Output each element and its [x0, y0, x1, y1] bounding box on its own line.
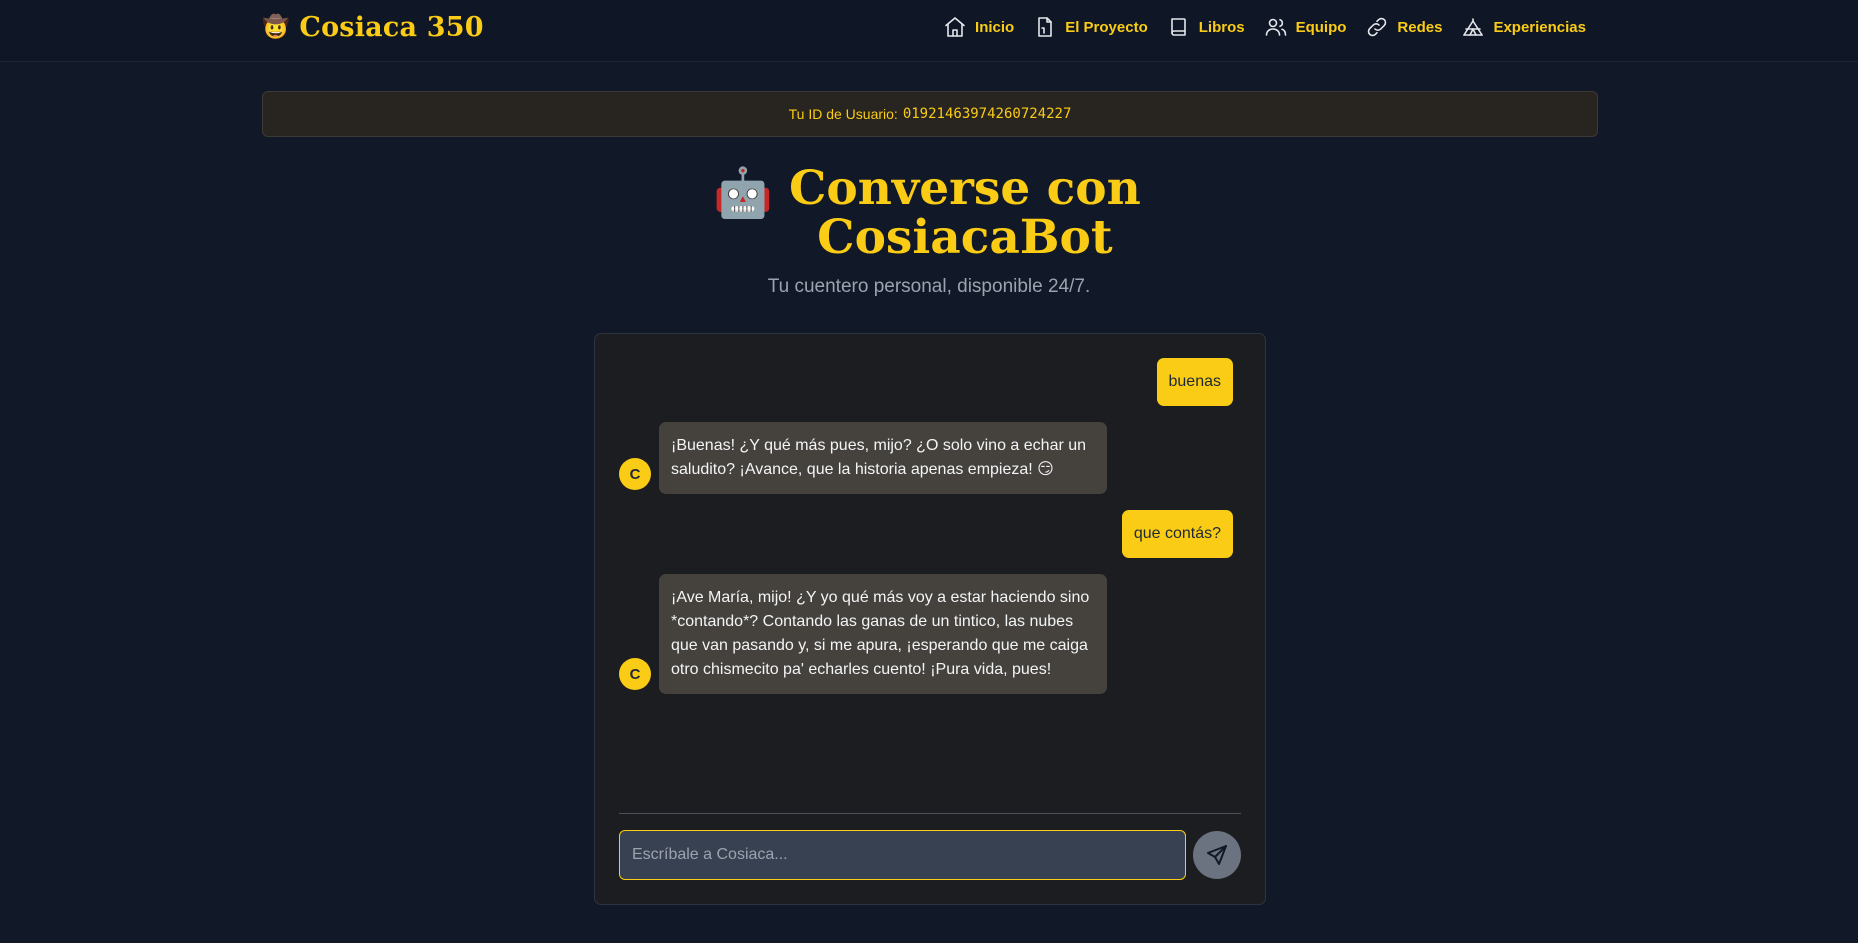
bot-avatar: C: [619, 658, 651, 690]
user-message: que contás?: [1121, 510, 1233, 558]
nav-link-label: Equipo: [1295, 18, 1347, 36]
nav-link-redes[interactable]: Redes: [1365, 15, 1442, 39]
page-title: Converse con CosiacaBot: [788, 161, 1141, 265]
chat-divider: [619, 813, 1241, 814]
nav-link-equipo[interactable]: Equipo: [1264, 15, 1347, 39]
home-icon: [945, 17, 965, 37]
nav-link-label: Libros: [1198, 18, 1245, 36]
cowboy-emoji-icon: 🤠: [262, 14, 290, 39]
brand-name: Cosiaca 350: [299, 11, 484, 43]
nav-link-label: El Proyecto: [1065, 18, 1148, 36]
bot-message: C ¡Ave María, mijo! ¿Y yo qué más voy a …: [619, 574, 1107, 694]
bot-message: C ¡Buenas! ¿Y qué más pues, mijo? ¿O sol…: [619, 422, 1107, 494]
page-subtitle: Tu cuentero personal, disponible 24/7.: [767, 276, 1091, 297]
user-id-label: Tu ID de Usuario:: [788, 106, 898, 122]
book-icon: [1170, 18, 1186, 36]
nav-link-libros[interactable]: Libros: [1167, 15, 1245, 39]
send-button[interactable]: [1193, 831, 1241, 879]
nav-link-label: Inicio: [975, 18, 1015, 36]
tent-icon: [1463, 18, 1484, 36]
page-title-group: 🤖 Converse con CosiacaBot: [713, 164, 1145, 262]
nav-link-inicio[interactable]: Inicio: [943, 15, 1014, 39]
bot-message-bubble: ¡Buenas! ¿Y qué más pues, mijo? ¿O solo …: [659, 422, 1107, 494]
document-icon: [1038, 17, 1053, 37]
nav-link-el-proyecto[interactable]: El Proyecto: [1033, 15, 1148, 39]
page-header: 🤖 Converse con CosiacaBot: [0, 164, 1858, 262]
link-icon: [1368, 17, 1387, 37]
chat-panel: buenas C ¡Buenas! ¿Y qué más pues, mijo?…: [594, 333, 1266, 905]
nav-link-label: Experiencias: [1493, 18, 1586, 36]
send-icon: [1207, 845, 1227, 865]
robot-emoji-icon: 🤖: [713, 167, 773, 220]
users-icon: [1265, 18, 1286, 36]
brand-link[interactable]: 🤠 Cosiaca 350: [262, 10, 484, 44]
bot-message-bubble: ¡Ave María, mijo! ¿Y yo qué más voy a es…: [659, 574, 1107, 694]
user-message: buenas: [1156, 358, 1233, 406]
nav-links: Inicio El Proyecto Libros Equipo Redes E…: [943, 14, 1586, 40]
bot-avatar: C: [619, 458, 651, 490]
navbar: 🤠 Cosiaca 350 Inicio El Proyecto Libros …: [0, 0, 1858, 62]
user-id-value: 01921463974260724227: [902, 106, 1072, 122]
user-id-bar: Tu ID de Usuario: 01921463974260724227: [262, 91, 1598, 137]
nav-link-label: Redes: [1397, 18, 1443, 36]
nav-link-experiencias[interactable]: Experiencias: [1461, 15, 1586, 39]
chat-message-input[interactable]: [619, 830, 1186, 880]
